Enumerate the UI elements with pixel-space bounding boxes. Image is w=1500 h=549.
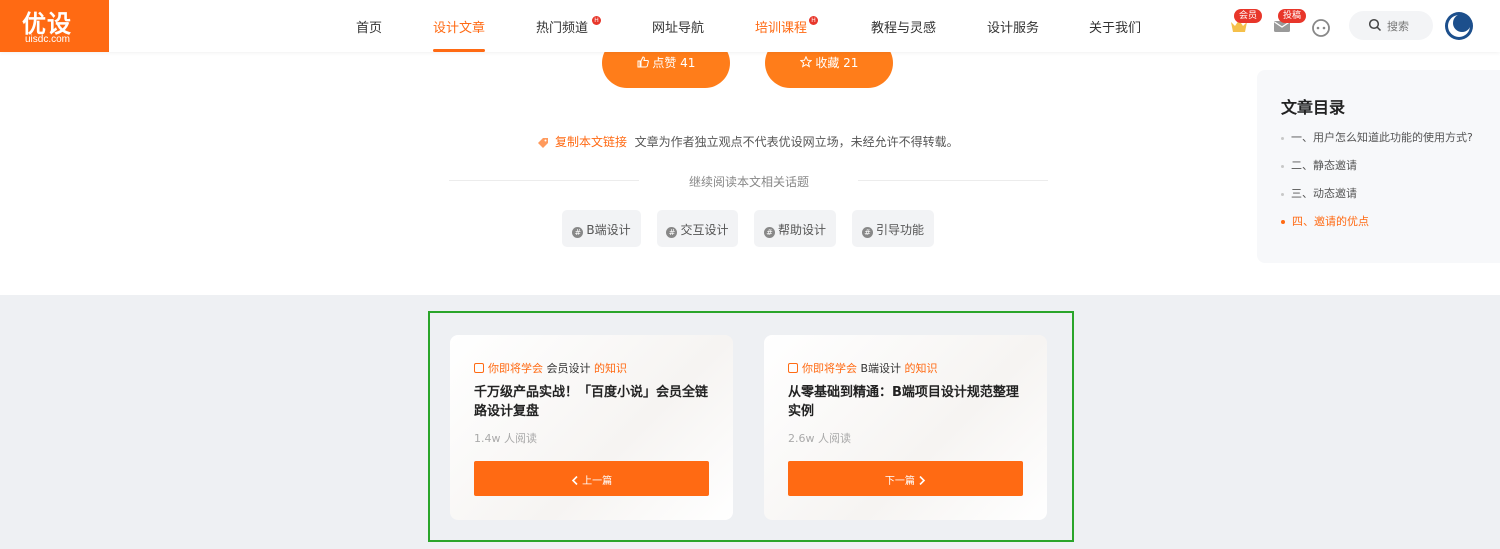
toc-item-label: 一、用户怎么知道此功能的使用方式? <box>1291 131 1473 144</box>
nav-tutorials[interactable]: 教程与灵感 <box>871 17 936 36</box>
topic-tag[interactable]: # 交互设计 <box>657 210 738 247</box>
topic-tag[interactable]: # B端设计 <box>562 210 641 247</box>
hash-icon: # <box>763 227 775 238</box>
bullet-icon <box>1281 164 1284 168</box>
submit-badge: 投稿 <box>1278 9 1307 23</box>
bullet-icon <box>1281 136 1284 140</box>
learn-prefix: 你即将学会 <box>488 362 543 375</box>
logo-domain: uisdc.com <box>25 34 71 45</box>
copyright-notice: 文章为作者独立观点不代表优设网立场，未经允许不得转载。 <box>634 135 959 149</box>
learn-line: 你即将学会 会员设计 的知识 <box>474 360 627 376</box>
nav-training-courses[interactable]: 培训课程 <box>755 17 807 36</box>
article-title[interactable]: 从零基础到精通：B端项目设计规范整理实例 <box>788 383 1028 421</box>
toc-item-label: 三、动态邀请 <box>1291 187 1357 200</box>
collect-label: 收藏 21 <box>815 56 859 70</box>
nav-design-services[interactable]: 设计服务 <box>987 17 1039 36</box>
divider-left <box>449 180 639 181</box>
tag-icon <box>538 137 548 148</box>
learn-topic: B端设计 <box>860 362 902 375</box>
read-count: 1.4w 人阅读 <box>474 432 537 445</box>
toc-item-label: 四、邀请的优点 <box>1292 215 1369 228</box>
read-count: 2.6w 人阅读 <box>788 432 851 445</box>
learn-prefix: 你即将学会 <box>802 362 857 375</box>
topic-label: 交互设计 <box>680 223 729 237</box>
table-of-contents: 文章目录 一、用户怎么知道此功能的使用方式? 二、静态邀请 三、动态邀请 四、邀… <box>1257 70 1500 263</box>
bullet-icon <box>1281 220 1285 224</box>
related-topics-title: 继续阅读本文相关话题 <box>689 175 810 189</box>
hot-icon: H <box>592 16 601 25</box>
topic-label: 帮助设计 <box>777 223 826 237</box>
robot-icon[interactable] <box>1311 18 1331 38</box>
toc-title: 文章目录 <box>1281 98 1346 117</box>
user-avatar[interactable] <box>1445 12 1473 40</box>
toc-item-active[interactable]: 四、邀请的优点 <box>1281 213 1369 229</box>
nav-home[interactable]: 首页 <box>356 17 382 36</box>
star-icon <box>799 55 812 68</box>
topic-tag[interactable]: # 引导功能 <box>852 210 934 247</box>
copy-link[interactable]: 复制本文链接 <box>555 135 627 149</box>
learn-topic: 会员设计 <box>546 362 591 375</box>
search-box[interactable]: 搜索 <box>1349 11 1433 40</box>
article-title[interactable]: 千万级产品实战！「百度小说」会员全链路设计复盘 <box>474 383 714 421</box>
nav-design-articles[interactable]: 设计文章 <box>433 17 485 36</box>
top-navbar: 优设 uisdc.com 首页 设计文章 热门频道 H 网址导航 培训课程 H … <box>0 0 1500 52</box>
hash-icon: # <box>861 227 873 238</box>
next-article-card[interactable]: 你即将学会 B端设计 的知识 从零基础到精通：B端项目设计规范整理实例 2.6w… <box>764 335 1047 520</box>
copyright-line: 复制本文链接 文章为作者独立观点不代表优设网立场，未经允许不得转载。 <box>537 133 959 150</box>
nav-site-directory[interactable]: 网址导航 <box>652 17 704 36</box>
toc-item[interactable]: 三、动态邀请 <box>1281 185 1357 201</box>
book-icon <box>474 363 484 373</box>
topic-label: B端设计 <box>586 223 631 237</box>
learn-line: 你即将学会 B端设计 的知识 <box>788 360 938 376</box>
topic-tag[interactable]: # 帮助设计 <box>754 210 836 247</box>
prev-article-card[interactable]: 你即将学会 会员设计 的知识 千万级产品实战！「百度小说」会员全链路设计复盘 1… <box>450 335 733 520</box>
next-button[interactable]: 下一篇 <box>788 461 1023 496</box>
toc-item-label: 二、静态邀请 <box>1291 159 1357 172</box>
bullet-icon <box>1281 192 1284 196</box>
site-logo[interactable]: 优设 uisdc.com <box>0 0 109 52</box>
like-label: 点赞 41 <box>652 56 696 70</box>
toc-item[interactable]: 一、用户怎么知道此功能的使用方式? <box>1281 129 1473 145</box>
thumbs-up-icon <box>637 56 649 68</box>
chevron-right-icon <box>919 475 926 486</box>
nav-about-us[interactable]: 关于我们 <box>1089 17 1141 36</box>
nav-hot-channels[interactable]: 热门频道 <box>536 17 588 36</box>
moon-icon <box>1448 14 1471 37</box>
search-icon <box>1368 18 1382 32</box>
divider-right <box>858 180 1048 181</box>
learn-suffix: 的知识 <box>594 362 627 375</box>
next-label: 下一篇 <box>884 476 915 487</box>
active-nav-indicator <box>433 49 485 52</box>
prev-button[interactable]: 上一篇 <box>474 461 709 496</box>
topic-label: 引导功能 <box>875 223 924 237</box>
hash-icon: # <box>666 227 678 238</box>
prev-label: 上一篇 <box>582 476 613 487</box>
hot-icon: H <box>809 16 818 25</box>
chevron-left-icon <box>571 475 578 486</box>
book-icon <box>788 363 798 373</box>
member-badge: 会员 <box>1234 9 1263 23</box>
hash-icon: # <box>572 227 584 238</box>
learn-suffix: 的知识 <box>904 362 938 375</box>
toc-item[interactable]: 二、静态邀请 <box>1281 157 1357 173</box>
search-placeholder: 搜索 <box>1387 20 1409 33</box>
